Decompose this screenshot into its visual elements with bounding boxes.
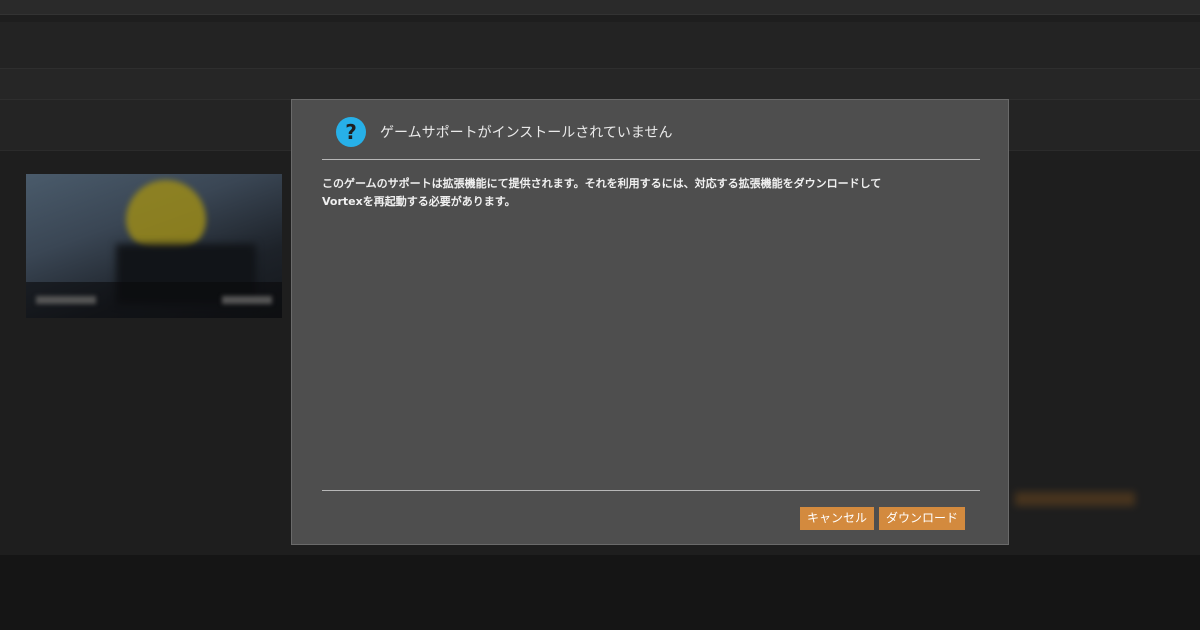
dialog-header: ? ゲームサポートがインストールされていません bbox=[322, 116, 672, 148]
background-button-blurred bbox=[1015, 492, 1135, 506]
cancel-button[interactable]: キャンセル bbox=[800, 507, 875, 530]
game-card-artwork bbox=[126, 180, 206, 250]
game-card-meta-blurred bbox=[222, 296, 272, 304]
background-toolbar bbox=[0, 68, 1200, 100]
background-footer bbox=[0, 555, 1200, 630]
question-icon: ? bbox=[336, 117, 366, 147]
dialog-title: ゲームサポートがインストールされていません bbox=[380, 125, 673, 141]
header-divider bbox=[322, 159, 980, 160]
background-game-card bbox=[26, 174, 282, 318]
download-button[interactable]: ダウンロード bbox=[879, 507, 966, 530]
footer-divider bbox=[322, 490, 980, 491]
extension-required-dialog: ? ゲームサポートがインストールされていません このゲームのサポートは拡張機能に… bbox=[291, 99, 1009, 545]
background-header bbox=[0, 22, 1200, 68]
game-card-title-blurred bbox=[36, 296, 96, 304]
dialog-message: このゲームのサポートは拡張機能にて提供されます。それを利用するには、対応する拡張… bbox=[322, 177, 882, 208]
background-top-bar bbox=[0, 0, 1200, 15]
